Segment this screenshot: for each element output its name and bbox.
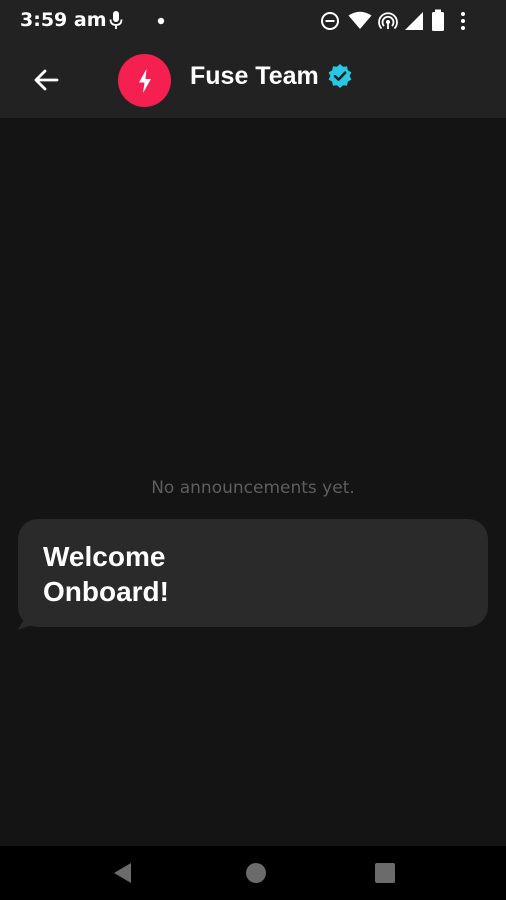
app-bar: Fuse Team	[0, 42, 506, 118]
back-button[interactable]	[22, 56, 70, 104]
do-not-disturb-icon	[321, 12, 339, 30]
hotspot-icon	[378, 12, 398, 30]
mic-icon	[109, 11, 123, 29]
nav-back-button[interactable]	[108, 858, 138, 888]
notification-dot-icon	[157, 17, 165, 25]
lightning-icon	[138, 68, 151, 93]
status-bar: 3:59 am	[0, 0, 506, 42]
wifi-icon	[348, 11, 372, 29]
battery-icon	[432, 9, 444, 31]
verified-badge-icon	[328, 64, 352, 88]
nav-home-button[interactable]	[241, 858, 271, 888]
arrow-left-icon	[34, 69, 59, 91]
message-bubble: Welcome Onboard!	[18, 519, 488, 627]
announcements-area: No announcements yet. Welcome Onboard!	[0, 118, 506, 846]
nav-home-icon	[246, 863, 266, 883]
avatar[interactable]	[118, 54, 171, 107]
signal-icon	[405, 12, 423, 30]
nav-recents-icon	[375, 863, 395, 883]
more-icon	[461, 12, 465, 30]
page-title: Fuse Team	[190, 62, 319, 90]
status-time: 3:59 am	[20, 9, 107, 31]
nav-back-icon	[114, 863, 131, 883]
message-text: Welcome Onboard!	[43, 541, 169, 607]
empty-state-text: No announcements yet.	[151, 478, 355, 498]
system-nav-bar	[0, 846, 506, 900]
nav-recents-button[interactable]	[370, 858, 400, 888]
screen: 3:59 am Fuse Team No announcements yet. …	[0, 0, 506, 900]
